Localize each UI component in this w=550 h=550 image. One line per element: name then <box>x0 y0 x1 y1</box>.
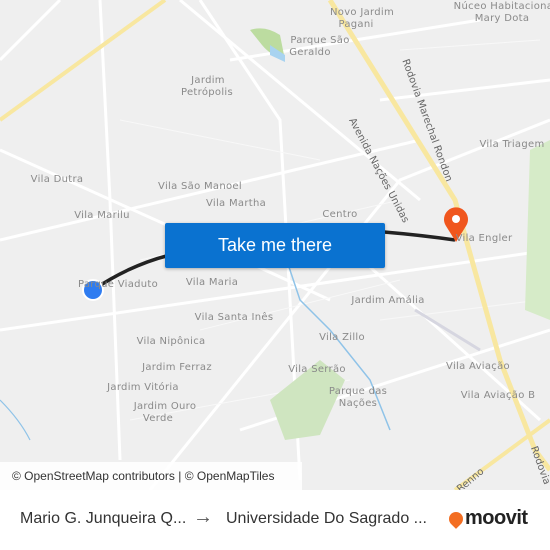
moovit-logo[interactable]: moovit <box>446 507 528 530</box>
place-label: Parque das <box>328 386 388 397</box>
place-label: Vila Nipônica <box>136 336 206 347</box>
footer: Mario G. Junqueira Q... → Universidade D… <box>0 490 550 550</box>
place-label: Vila São Manoel <box>158 181 242 192</box>
arrow-right-icon: → <box>193 506 213 528</box>
place-label: Verde <box>142 413 174 424</box>
place-label: Jardim Ouro <box>133 401 197 412</box>
place-label: Vila Engler <box>455 233 513 244</box>
place-label: Vila Aviação B <box>460 390 536 401</box>
place-label: Vila Maria <box>185 277 239 288</box>
place-label: Mary Dota <box>474 13 530 24</box>
map[interactable]: Novo Jardim Pagani Núceo Habitacional Ma… <box>0 0 550 490</box>
place-label: Centro <box>322 209 358 220</box>
place-label: Vila Marilu <box>74 210 130 221</box>
destination-name: Universidade Do Sagrado ... <box>226 510 427 527</box>
place-label: Vila Aviação <box>446 361 510 372</box>
route-line <box>383 230 456 242</box>
place-label: Vila Zillo <box>319 332 365 343</box>
place-label: Parque São <box>290 35 350 46</box>
place-label: Parque Viaduto <box>77 279 159 290</box>
place-label: Jardim Vitória <box>107 382 179 393</box>
take-me-there-button[interactable]: Take me there <box>165 223 385 268</box>
place-label: Vila Dutra <box>30 174 84 185</box>
place-label: Vila Serrão <box>288 364 346 375</box>
place-label: Pagani <box>338 19 374 30</box>
place-label: Jardim <box>191 75 225 86</box>
map-attribution[interactable]: © OpenStreetMap contributors | © OpenMap… <box>0 462 302 490</box>
place-label: Novo Jardim <box>330 7 394 18</box>
origin-name: Mario G. Junqueira Q... <box>20 510 187 527</box>
place-label: Núceo Habitacional <box>453 1 550 12</box>
place-label: Vila Triagem <box>479 139 545 150</box>
place-label: Jardim Ferraz <box>142 362 212 373</box>
moovit-pin-icon <box>446 508 466 529</box>
place-label: Geraldo <box>289 47 331 58</box>
place-label: Jardim Amália <box>351 295 425 306</box>
place-label: Vila Santa Inês <box>194 312 274 323</box>
place-label: Nações <box>338 398 378 409</box>
brand-name: moovit <box>465 507 528 529</box>
place-label: Petrópolis <box>181 87 233 98</box>
place-label: Vila Martha <box>205 198 267 209</box>
